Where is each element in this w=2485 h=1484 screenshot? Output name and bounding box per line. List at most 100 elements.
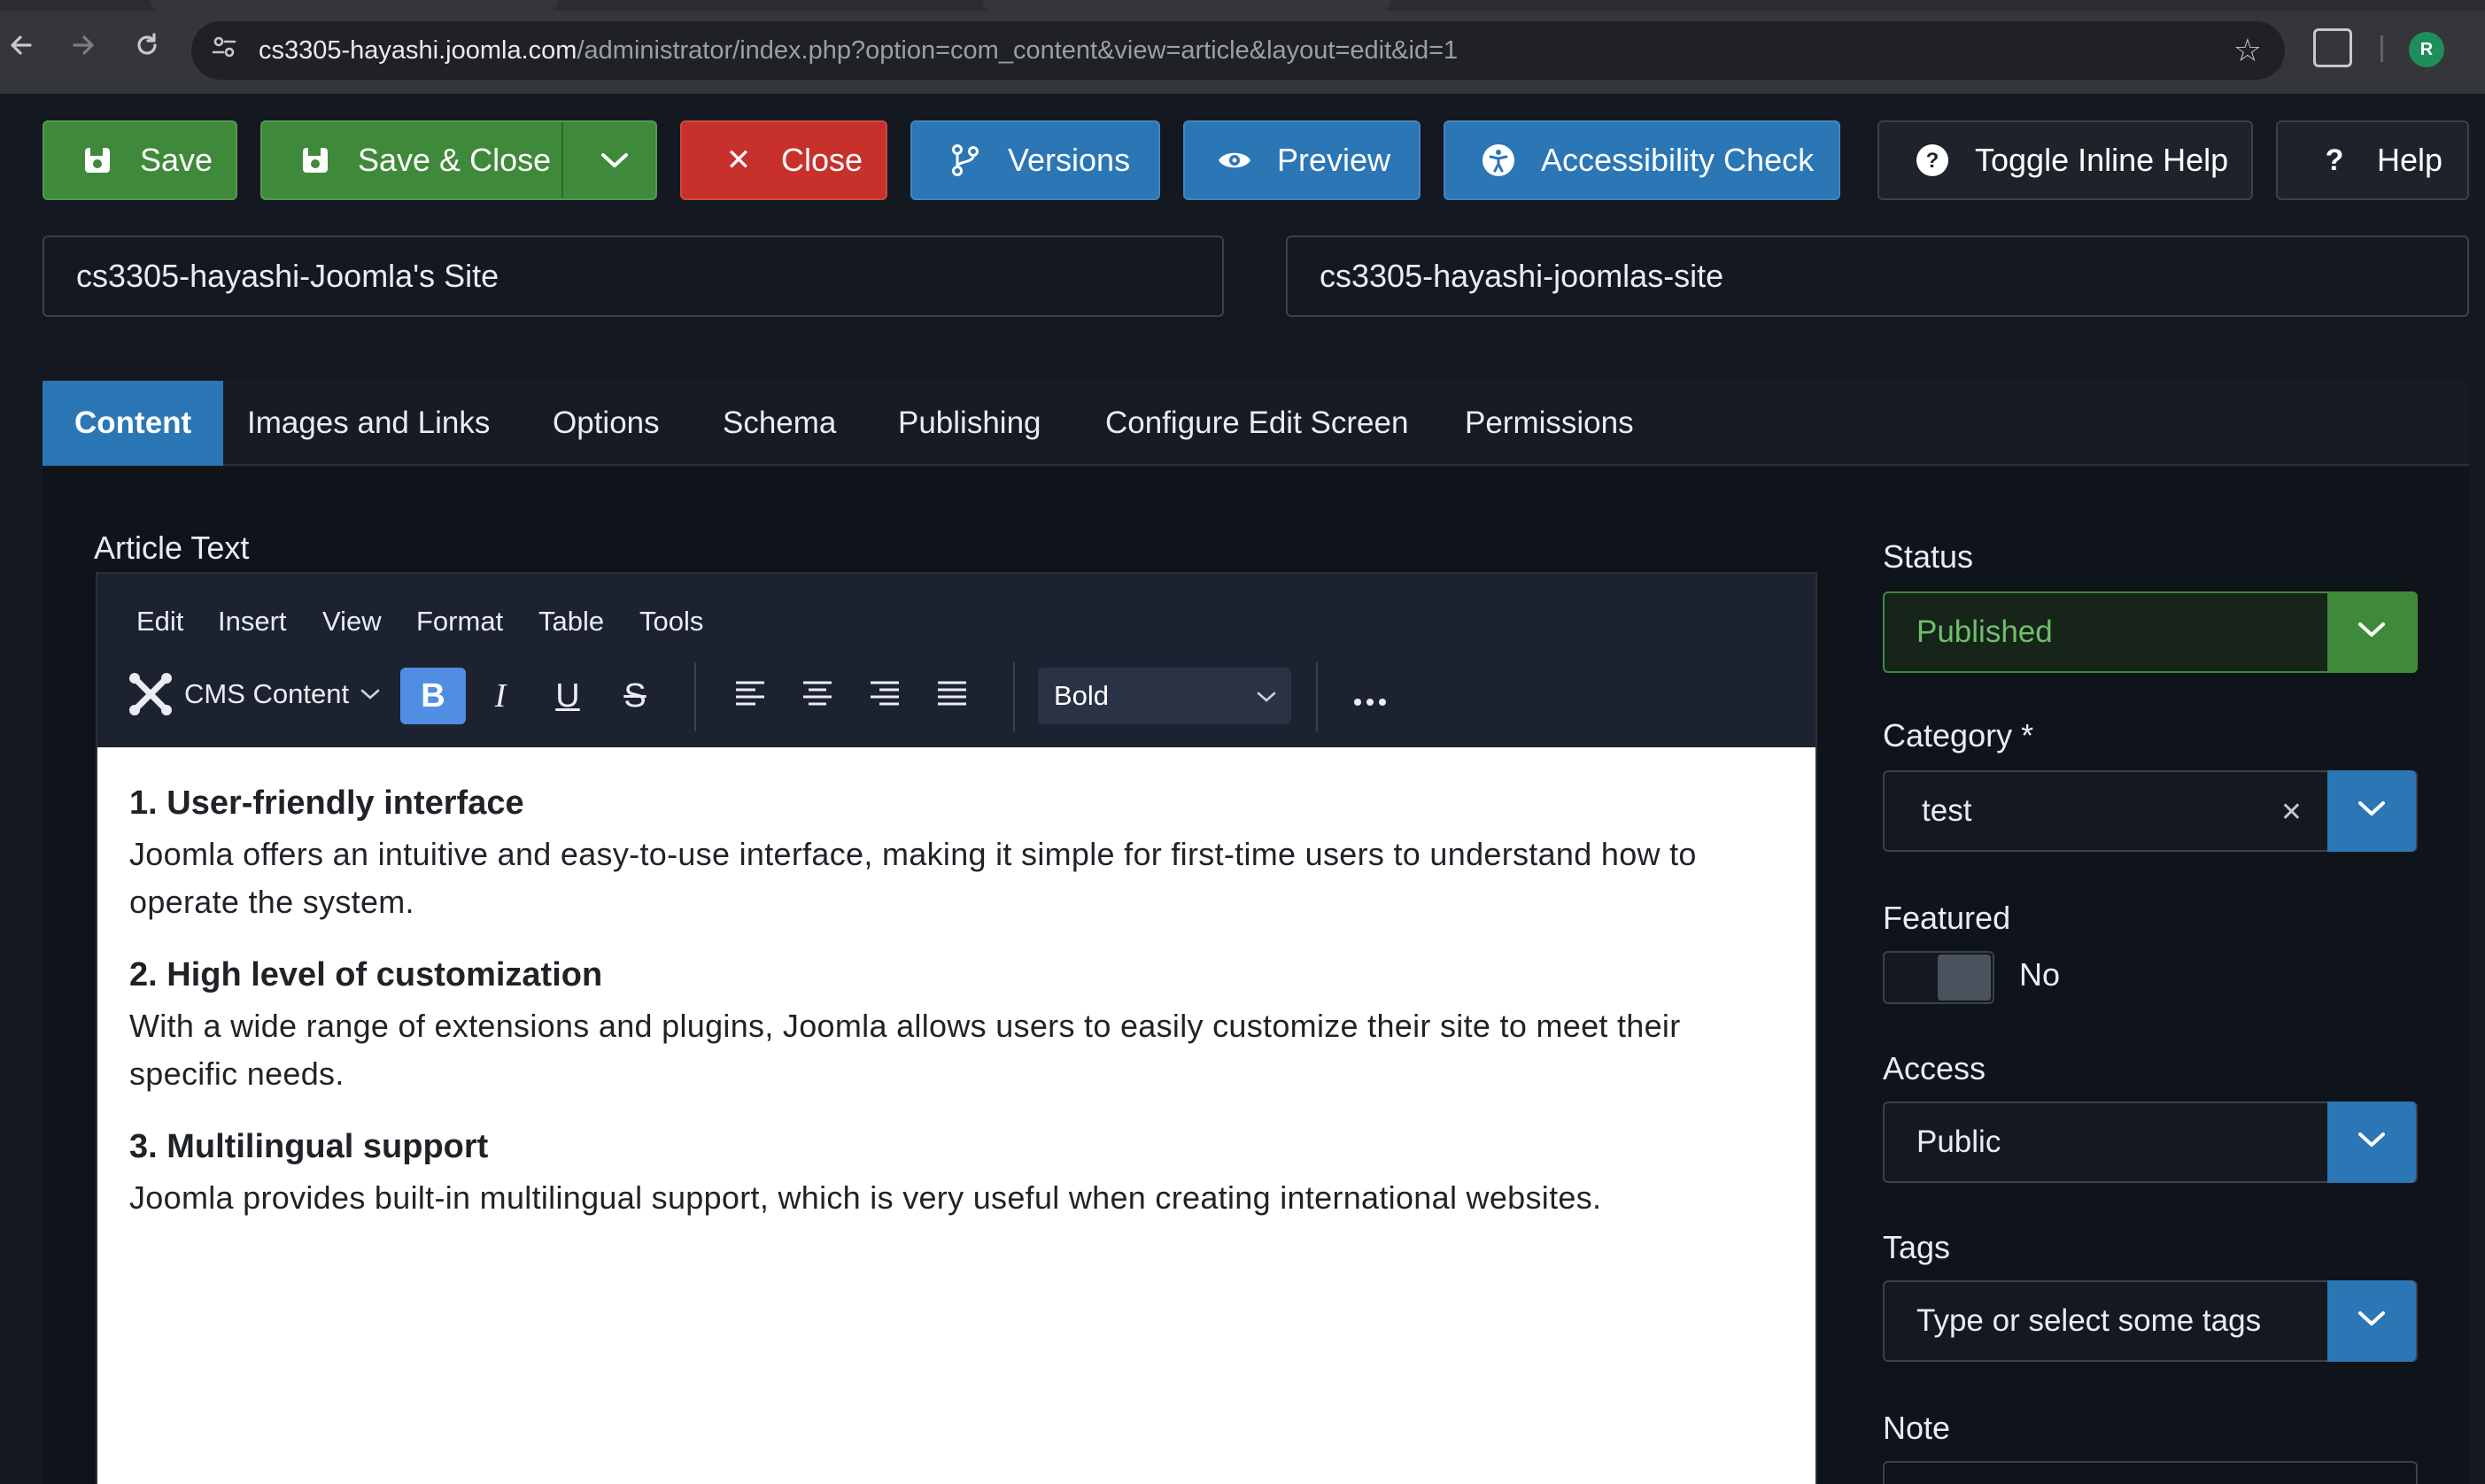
featured-toggle[interactable] bbox=[1883, 951, 1994, 1004]
chevron-down-icon bbox=[601, 153, 628, 167]
svg-text:?: ? bbox=[1926, 149, 1939, 173]
title-input[interactable]: cs3305-hayashi-Joomla's Site bbox=[43, 236, 1224, 317]
status-select[interactable]: Published bbox=[1883, 591, 2418, 673]
reload-icon[interactable] bbox=[128, 30, 166, 69]
align-center-button[interactable] bbox=[785, 668, 850, 724]
more-options-button[interactable] bbox=[1337, 668, 1403, 724]
question-circle-icon: ? bbox=[1915, 143, 1950, 178]
profile-avatar[interactable]: R bbox=[2409, 32, 2444, 67]
tags-select[interactable]: Type or select some tags bbox=[1883, 1280, 2418, 1362]
access-dropdown-toggle[interactable] bbox=[2327, 1101, 2416, 1183]
editor-document[interactable]: 1. User-friendly interface Joomla offers… bbox=[97, 747, 1815, 1484]
align-right-icon bbox=[871, 681, 899, 706]
toolbar-separator bbox=[1013, 662, 1015, 731]
editor-toolbar: CMS Content B I U S Bold bbox=[97, 652, 1815, 737]
clear-icon[interactable]: ✕ bbox=[2280, 772, 2303, 854]
tab-options[interactable]: Options bbox=[553, 381, 660, 466]
tab-configure-edit-screen[interactable]: Configure Edit Screen bbox=[1105, 381, 1408, 466]
versions-button[interactable]: Versions bbox=[910, 120, 1160, 200]
toggle-inline-help-button[interactable]: ? Toggle Inline Help bbox=[1877, 120, 2253, 200]
tab-images-links[interactable]: Images and Links bbox=[247, 381, 490, 466]
category-label: Category * bbox=[1883, 717, 2034, 754]
chevron-down-icon bbox=[2358, 622, 2385, 637]
menu-edit[interactable]: Edit bbox=[136, 574, 183, 652]
browser-chrome: cs3305-hayashi.joomla.com/administrator/… bbox=[0, 0, 2485, 94]
chevron-down-icon bbox=[2358, 1311, 2385, 1326]
preview-button[interactable]: Preview bbox=[1183, 120, 1421, 200]
accessibility-icon bbox=[1481, 143, 1516, 178]
address-bar[interactable]: cs3305-hayashi.joomla.com/administrator/… bbox=[191, 21, 2285, 80]
category-dropdown-toggle[interactable] bbox=[2327, 770, 2416, 852]
accessibility-check-button[interactable]: Accessibility Check bbox=[1444, 120, 1840, 200]
align-left-button[interactable] bbox=[717, 668, 783, 724]
access-select[interactable]: Public bbox=[1883, 1101, 2418, 1183]
save-close-button[interactable]: Save & Close bbox=[260, 120, 657, 200]
edit-tabs: Content Images and Links Options Schema … bbox=[43, 381, 2469, 466]
site-settings-icon[interactable] bbox=[207, 34, 241, 67]
section-heading: 2. High level of customization bbox=[129, 956, 603, 993]
star-icon[interactable]: ☆ bbox=[2233, 30, 2262, 71]
browser-tab[interactable] bbox=[151, 0, 558, 11]
featured-label: Featured bbox=[1883, 900, 2011, 936]
tab-content[interactable]: Content bbox=[43, 381, 224, 466]
menu-insert[interactable]: Insert bbox=[218, 574, 287, 652]
ellipsis-icon bbox=[1354, 699, 1386, 706]
back-arrow-icon[interactable] bbox=[2, 30, 41, 69]
justify-button[interactable] bbox=[919, 668, 985, 724]
close-button[interactable]: ✕ Close bbox=[680, 120, 887, 200]
align-center-icon bbox=[803, 681, 832, 706]
chevron-down-icon bbox=[1256, 668, 1277, 724]
save-options-dropdown[interactable] bbox=[574, 122, 655, 198]
alias-input[interactable]: cs3305-hayashi-joomlas-site bbox=[1286, 236, 2469, 317]
align-left-icon bbox=[736, 681, 764, 706]
menu-tools[interactable]: Tools bbox=[639, 574, 703, 652]
chevron-down-icon bbox=[2358, 801, 2385, 815]
bold-button[interactable]: B bbox=[400, 668, 466, 724]
access-label: Access bbox=[1883, 1050, 1986, 1086]
chevron-down-icon bbox=[360, 689, 380, 699]
cms-content-dropdown[interactable]: CMS Content bbox=[128, 666, 381, 723]
menu-table[interactable]: Table bbox=[538, 574, 604, 652]
save-button[interactable]: Save bbox=[43, 120, 237, 200]
note-label: Note bbox=[1883, 1410, 1951, 1446]
url-text: cs3305-hayashi.joomla.com/administrator/… bbox=[259, 36, 1459, 65]
extensions-icon[interactable] bbox=[2313, 28, 2352, 67]
section-heading: 3. Multilingual support bbox=[129, 1128, 489, 1165]
status-label: Status bbox=[1883, 538, 1974, 575]
browser-tab[interactable] bbox=[983, 0, 1390, 11]
menu-format[interactable]: Format bbox=[416, 574, 503, 652]
split-divider bbox=[561, 122, 563, 198]
tab-publishing[interactable]: Publishing bbox=[898, 381, 1041, 466]
format-select[interactable]: Bold bbox=[1038, 668, 1291, 724]
align-right-button[interactable] bbox=[852, 668, 917, 724]
rich-text-editor: Edit Insert View Format Table Tools CMS … bbox=[96, 572, 1817, 1484]
code-branch-icon bbox=[948, 143, 983, 178]
section-body: Joomla offers an intuitive and easy-to-u… bbox=[129, 836, 1697, 920]
save-icon bbox=[80, 143, 115, 178]
tab-permissions[interactable]: Permissions bbox=[1465, 381, 1634, 466]
tags-label: Tags bbox=[1883, 1229, 1951, 1265]
underline-button[interactable]: U bbox=[535, 668, 600, 724]
toolbar-separator bbox=[2380, 35, 2383, 62]
strikethrough-button[interactable]: S bbox=[602, 668, 668, 724]
forward-arrow-icon[interactable] bbox=[64, 30, 103, 69]
toolbar-separator bbox=[694, 662, 696, 731]
close-icon: ✕ bbox=[725, 143, 752, 177]
section-body: Joomla provides built-in multilingual su… bbox=[129, 1179, 1602, 1216]
menu-view[interactable]: View bbox=[322, 574, 382, 652]
eye-icon bbox=[1217, 143, 1252, 178]
chevron-down-icon bbox=[2358, 1132, 2385, 1147]
tags-dropdown-toggle[interactable] bbox=[2327, 1280, 2416, 1362]
save-icon bbox=[298, 143, 333, 178]
section-heading: 1. User-friendly interface bbox=[129, 785, 524, 822]
article-toolbar: Save Save & Close ✕ Close Versions Previ… bbox=[0, 94, 2485, 225]
italic-button[interactable]: I bbox=[468, 668, 533, 724]
featured-value: No bbox=[2019, 956, 2061, 993]
help-button[interactable]: ? Help bbox=[2276, 120, 2469, 200]
tab-schema[interactable]: Schema bbox=[723, 381, 836, 466]
status-dropdown-toggle[interactable] bbox=[2327, 591, 2416, 673]
toggle-knob bbox=[1938, 955, 1991, 1001]
toolbar-separator bbox=[1316, 662, 1318, 731]
category-select[interactable]: test ✕ bbox=[1883, 770, 2418, 852]
note-input[interactable] bbox=[1883, 1461, 2418, 1484]
